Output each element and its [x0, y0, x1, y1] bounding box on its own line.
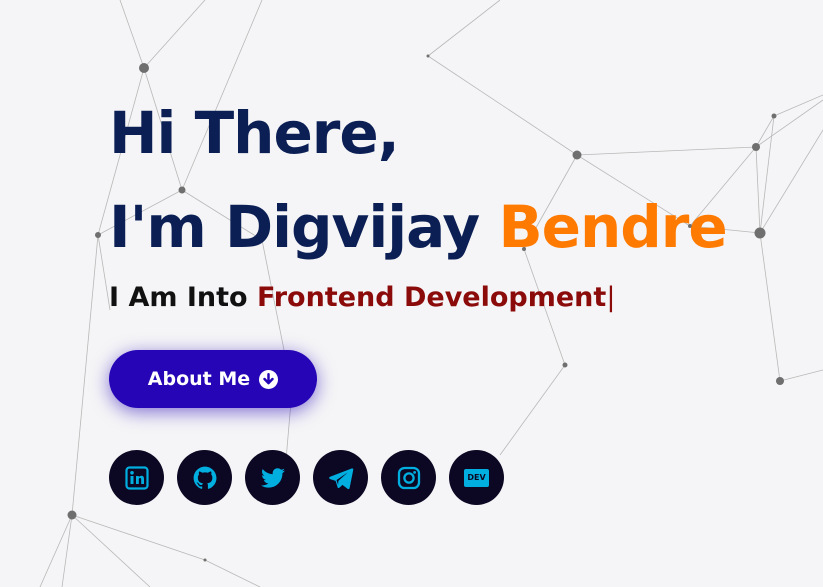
greeting-name-prefix: I'm Digvijay [109, 193, 499, 261]
linkedin-icon [124, 465, 149, 490]
linkedin-link[interactable] [109, 450, 164, 505]
social-links: DEV [109, 450, 504, 505]
hero-section: Hi There, I'm Digvijay Bendre I Am Into … [109, 86, 809, 505]
greeting-line-1: Hi There, [109, 99, 400, 167]
dev-icon: DEV [464, 468, 489, 487]
about-me-button[interactable]: About Me [109, 350, 317, 408]
arrow-circle-down-icon [259, 369, 279, 389]
dev-link[interactable]: DEV [449, 450, 504, 505]
instagram-link[interactable] [381, 450, 436, 505]
github-icon [192, 465, 218, 491]
twitter-link[interactable] [245, 450, 300, 505]
hero-heading: Hi There, I'm Digvijay Bendre [109, 86, 809, 274]
greeting-name-accent: Bendre [498, 193, 727, 261]
typed-text: Frontend Development [257, 282, 607, 313]
instagram-icon [397, 466, 421, 490]
twitter-icon [260, 465, 286, 491]
github-link[interactable] [177, 450, 232, 505]
typing-caret: | [606, 282, 616, 313]
typing-subtitle: I Am Into Frontend Development| [109, 282, 615, 313]
telegram-link[interactable] [313, 450, 368, 505]
typing-prefix: I Am Into [109, 282, 257, 313]
about-me-label: About Me [147, 368, 251, 390]
telegram-icon [328, 465, 354, 491]
